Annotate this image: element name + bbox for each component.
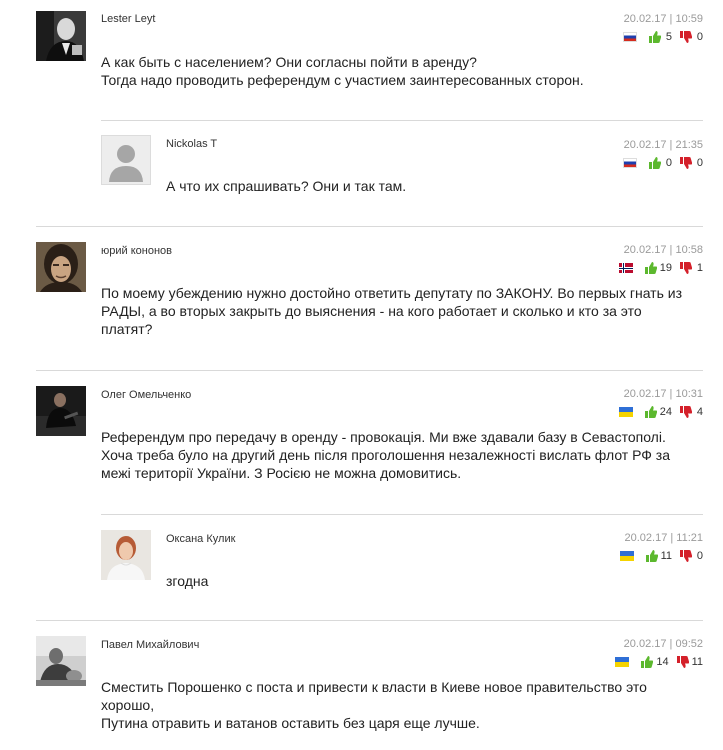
vote-bar: 19 1 <box>618 261 703 275</box>
comment-line: Сместить Порошенко с поста и привести к … <box>101 679 647 695</box>
dislike-button[interactable]: 11 <box>676 656 703 668</box>
author-name[interactable]: Павел Михайлович <box>101 639 199 651</box>
comment-text: Референдум про передачу в оренду - прово… <box>101 428 670 482</box>
vote-bar: 11 0 <box>619 549 703 563</box>
comment-line: Тогда надо проводить референдум с участи… <box>101 72 584 88</box>
comment-text: А что их спрашивать? Они и так там. <box>166 177 406 195</box>
comment-line: По моему убеждению нужно достойно ответи… <box>101 285 683 301</box>
dislike-button[interactable]: 0 <box>680 550 703 562</box>
thumbs-up-icon <box>644 262 657 274</box>
dislike-button[interactable]: 4 <box>680 406 703 418</box>
comment-meta: 20.02.17 | 21:35 0 0 <box>623 138 703 170</box>
ukraine-flag-icon <box>618 407 633 417</box>
thumbs-down-icon <box>680 550 692 562</box>
comment-line: межі території України. З Росією не можн… <box>101 465 462 481</box>
avatar[interactable] <box>101 135 151 185</box>
thumbs-up-icon <box>644 406 657 418</box>
avatar[interactable] <box>36 636 86 686</box>
author-name[interactable]: Lester Leyt <box>101 13 155 25</box>
divider <box>101 514 703 515</box>
thumbs-down-icon <box>680 31 692 43</box>
like-button[interactable]: 24 <box>644 406 672 418</box>
author-name[interactable]: Оксана Кулик <box>166 533 235 545</box>
thumbs-down-icon <box>680 262 692 274</box>
comment-date: 20.02.17 | 09:52 <box>623 638 703 650</box>
comment-meta: 20.02.17 | 11:21 11 0 <box>619 531 704 563</box>
thumbs-down-icon <box>680 406 692 418</box>
comment-line: Путина отравить и ватанов оставить без ц… <box>101 715 480 731</box>
vote-bar: 14 11 <box>615 655 703 669</box>
divider <box>36 370 703 371</box>
dislike-button[interactable]: 0 <box>680 157 703 169</box>
dislike-count: 11 <box>691 656 703 668</box>
comment-line: згодна <box>166 573 209 589</box>
comment-date: 20.02.17 | 10:31 <box>623 388 703 400</box>
like-count: 11 <box>660 550 672 562</box>
comment-date: 20.02.17 | 10:59 <box>623 13 703 25</box>
vote-bar: 5 0 <box>623 30 703 44</box>
russia-flag-icon <box>623 32 637 42</box>
like-count: 14 <box>656 656 669 668</box>
comment-meta: 20.02.17 | 10:31 24 4 <box>618 387 703 419</box>
comment-text: По моему убеждению нужно достойно ответи… <box>101 284 682 338</box>
comment-line: хорошо, <box>101 697 155 713</box>
like-button[interactable]: 0 <box>649 157 672 169</box>
comment-text: згодна <box>166 572 208 590</box>
ukraine-flag-icon <box>619 551 634 561</box>
dislike-count: 0 <box>696 31 703 43</box>
dislike-count: 4 <box>696 406 703 418</box>
like-count: 5 <box>665 31 672 43</box>
author-name[interactable]: Олег Омельченко <box>101 389 191 401</box>
thumbs-down-icon <box>680 157 692 169</box>
thumbs-up-icon <box>641 656 654 668</box>
russia-flag-icon <box>623 158 637 168</box>
like-count: 24 <box>659 406 672 418</box>
like-button[interactable]: 11 <box>645 550 672 562</box>
ukraine-flag-icon <box>615 657 630 667</box>
avatar[interactable] <box>36 11 86 61</box>
comment-line: А как быть с населением? Они согласны по… <box>101 54 477 70</box>
author-name[interactable]: юрий кононов <box>101 245 172 257</box>
dislike-button[interactable]: 0 <box>680 31 703 43</box>
like-count: 19 <box>659 262 672 274</box>
thumbs-up-icon <box>649 157 661 169</box>
thumbs-down-icon <box>676 656 689 668</box>
comment-line: Референдум про передачу в оренду - прово… <box>101 429 666 445</box>
like-button[interactable]: 14 <box>641 656 669 668</box>
comment-text: А как быть с населением? Они согласны по… <box>101 53 584 89</box>
divider <box>36 226 703 227</box>
comment-meta: 20.02.17 | 10:59 5 0 <box>623 12 703 44</box>
dislike-count: 0 <box>696 157 703 169</box>
comment-meta: 20.02.17 | 09:52 14 11 <box>615 637 703 669</box>
vote-bar: 0 0 <box>623 156 703 170</box>
like-count: 0 <box>665 157 672 169</box>
thumbs-up-icon <box>645 550 658 562</box>
divider <box>101 120 703 121</box>
avatar[interactable] <box>36 242 86 292</box>
comment-text: Сместить Порошенко с поста и привести к … <box>101 678 647 732</box>
norway-flag-icon <box>618 263 633 273</box>
comment-meta: 20.02.17 | 10:58 19 1 <box>618 243 703 275</box>
comment-line: платят? <box>101 321 153 337</box>
avatar[interactable] <box>101 530 151 580</box>
comment-line: А что их спрашивать? Они и так там. <box>166 178 407 194</box>
divider <box>36 620 703 621</box>
author-name[interactable]: Nickolas T <box>166 138 217 150</box>
comment-date: 20.02.17 | 21:35 <box>623 139 703 151</box>
like-button[interactable]: 19 <box>644 262 672 274</box>
thumbs-up-icon <box>649 31 661 43</box>
comment-line: Хоча треба було на другий день після про… <box>101 447 671 463</box>
dislike-count: 0 <box>696 550 703 562</box>
comment-date: 20.02.17 | 11:21 <box>624 532 704 544</box>
dislike-button[interactable]: 1 <box>680 262 703 274</box>
dislike-count: 1 <box>696 262 703 274</box>
comment-date: 20.02.17 | 10:58 <box>623 244 703 256</box>
like-button[interactable]: 5 <box>649 31 672 43</box>
comment-line: РАДЫ, а во вторых закрыть до выяснения -… <box>101 303 642 319</box>
vote-bar: 24 4 <box>618 405 703 419</box>
avatar[interactable] <box>36 386 86 436</box>
